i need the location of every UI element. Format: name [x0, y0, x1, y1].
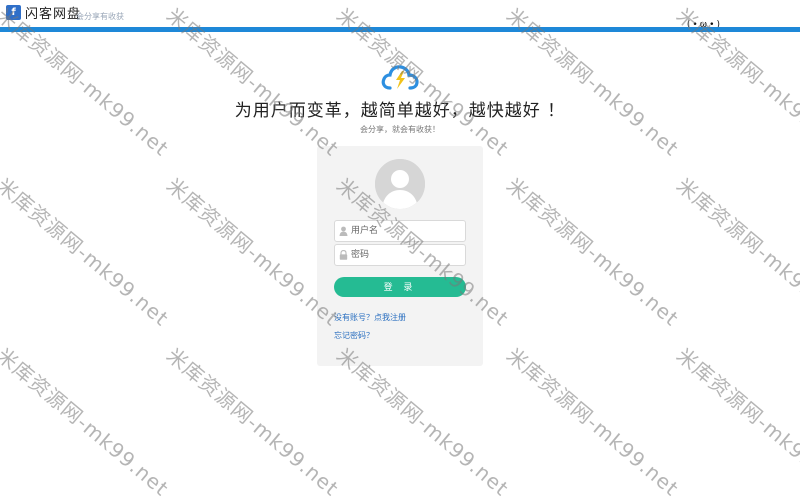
avatar [375, 159, 425, 209]
watermark: 米库资源网-mk99.net [502, 343, 684, 501]
password-field[interactable] [334, 244, 466, 266]
brand[interactable]: f 闪客网盘 [6, 3, 82, 22]
app-logo-icon: f [6, 4, 21, 20]
user-icon [335, 221, 351, 241]
top-bar: f 闪客网盘 会分享有收获 (•ω•) [0, 0, 800, 32]
watermark: 米库资源网-mk99.net [0, 173, 174, 331]
cloud-lightning-icon [381, 65, 419, 90]
password-input[interactable] [351, 246, 451, 264]
login-button[interactable]: 登 录 [334, 277, 466, 297]
brand-name: 闪客网盘 [25, 6, 82, 22]
user-avatar-icon [375, 159, 425, 209]
watermark: 米库资源网-mk99.net [672, 343, 800, 501]
watermark: 米库资源网-mk99.net [502, 173, 684, 331]
watermark: 米库资源网-mk99.net [0, 343, 174, 501]
lock-icon [335, 245, 351, 265]
username-input[interactable] [351, 222, 451, 240]
watermark: 米库资源网-mk99.net [672, 173, 800, 331]
header-tagline: 会分享有收获 [76, 12, 124, 21]
forgot-password-link[interactable]: 忘记密码？ [334, 330, 374, 341]
username-field[interactable] [334, 220, 466, 242]
login-card: 登 录 没有账号？点我注册 忘记密码？ [317, 146, 483, 366]
header-accent-bar [0, 27, 800, 32]
hero-title: 为用户而变革，越简单越好，越快越好 ！ [234, 101, 566, 121]
register-link[interactable]: 没有账号？点我注册 [334, 312, 406, 323]
hero-subtitle: 会分享，就会有收获！ [360, 125, 440, 134]
